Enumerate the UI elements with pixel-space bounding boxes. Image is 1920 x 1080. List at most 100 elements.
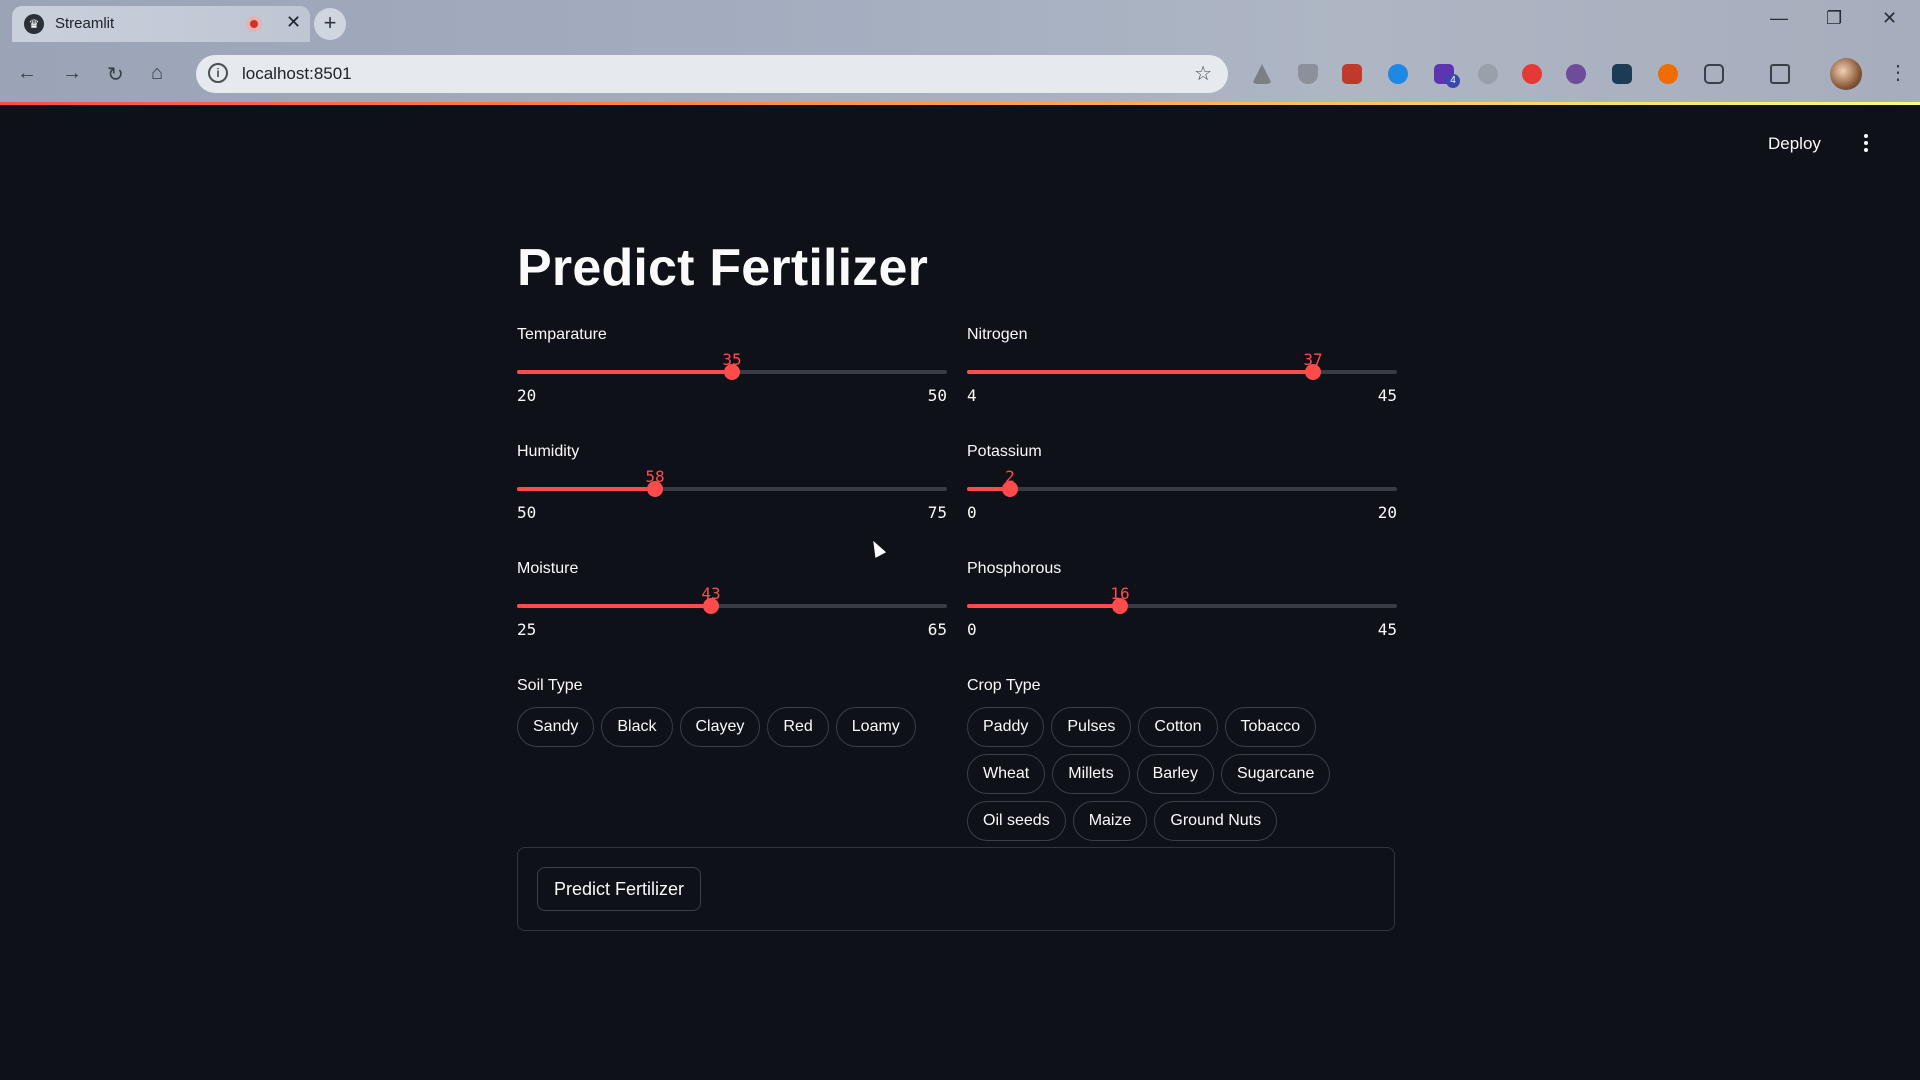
close-tab-icon[interactable]: ✕ — [286, 12, 301, 33]
slider-fill — [517, 370, 732, 374]
slider-fill — [517, 487, 655, 491]
slider-nitrogen[interactable]: Nitrogen 37 4 45 — [967, 326, 1397, 426]
extension-orange-icon[interactable] — [1658, 64, 1678, 84]
home-icon[interactable]: ⌂ — [151, 62, 163, 85]
slider-moisture[interactable]: Moisture 43 25 65 — [517, 560, 947, 660]
extension-red-icon[interactable] — [1522, 64, 1542, 84]
crop-type-group: Crop Type Paddy Pulses Cotton Tobacco Wheat M… — [967, 677, 1397, 841]
slider-min: 25 — [517, 620, 537, 639]
predict-form: Predict Fertilizer — [517, 847, 1395, 931]
back-icon[interactable]: ← — [17, 62, 37, 85]
slider-max: 65 — [927, 620, 947, 639]
crop-option-tobacco[interactable]: Tobacco — [1224, 707, 1317, 747]
slider-thumb[interactable] — [647, 481, 663, 497]
extension-react-icon[interactable] — [1612, 64, 1632, 84]
slider-label: Moisture — [517, 560, 579, 577]
soil-option-clayey[interactable]: Clayey — [679, 707, 761, 747]
slider-fill — [517, 604, 711, 608]
crop-option-maize[interactable]: Maize — [1072, 801, 1148, 841]
soil-option-sandy[interactable]: Sandy — [517, 707, 595, 747]
forward-icon[interactable]: → — [62, 62, 82, 85]
slider-temparature[interactable]: Temparature 35 20 50 — [517, 326, 947, 426]
extension-badge: 4 — [1446, 74, 1460, 88]
slider-track[interactable] — [967, 481, 1397, 497]
slider-label: Temparature — [517, 326, 607, 343]
profile-avatar[interactable] — [1830, 58, 1862, 90]
slider-humidity[interactable]: Humidity 58 50 75 — [517, 443, 947, 543]
extension-mouse-icon[interactable] — [1478, 64, 1498, 84]
slider-thumb[interactable] — [1112, 598, 1128, 614]
slider-label: Phosphorous — [967, 560, 1062, 577]
extension-triangle-icon[interactable] — [1252, 64, 1272, 84]
deploy-button[interactable]: Deploy — [1768, 134, 1821, 154]
slider-track[interactable] — [517, 598, 947, 614]
slider-min: 0 — [967, 503, 977, 522]
slider-min: 50 — [517, 503, 537, 522]
soil-option-loamy[interactable]: Loamy — [835, 707, 916, 747]
slider-track[interactable] — [967, 364, 1397, 380]
crop-type-label: Crop Type — [967, 677, 1041, 694]
slider-label: Nitrogen — [967, 326, 1028, 343]
extension-megaphone-icon[interactable] — [1342, 64, 1362, 84]
soil-option-red[interactable]: Red — [767, 707, 829, 747]
crop-option-pulses[interactable]: Pulses — [1051, 707, 1132, 747]
slider-label: Potassium — [967, 443, 1042, 460]
crop-option-millets[interactable]: Millets — [1052, 754, 1130, 794]
crop-option-oil-seeds[interactable]: Oil seeds — [967, 801, 1066, 841]
extension-purple-icon[interactable]: 4 — [1434, 64, 1460, 88]
crop-option-ground-nuts[interactable]: Ground Nuts — [1154, 801, 1278, 841]
slider-track[interactable] — [517, 364, 947, 380]
slider-max: 50 — [927, 386, 947, 405]
close-window-icon[interactable]: ✕ — [1882, 8, 1897, 29]
chrome-menu-icon[interactable]: ⋮ — [1888, 60, 1908, 85]
crop-option-barley[interactable]: Barley — [1136, 754, 1214, 794]
slider-potassium[interactable]: Potassium 2 0 20 — [967, 443, 1397, 543]
page-title: Predict Fertilizer — [517, 239, 929, 297]
extensions-puzzle-icon[interactable] — [1704, 64, 1724, 84]
recording-icon — [246, 16, 262, 32]
slider-thumb[interactable] — [724, 364, 740, 380]
crop-option-sugarcane[interactable]: Sugarcane — [1220, 754, 1331, 794]
slider-min: 0 — [967, 620, 977, 639]
media-control-icon[interactable] — [1770, 64, 1790, 84]
browser-tab[interactable]: ♛ Streamlit ✕ — [12, 6, 310, 42]
extension-shield-icon[interactable] — [1298, 64, 1318, 84]
soil-type-options: Sandy Black Clayey Red Loamy — [517, 707, 947, 747]
streamlit-favicon-icon: ♛ — [24, 14, 44, 34]
main-menu-icon[interactable] — [1864, 134, 1870, 155]
slider-min: 4 — [967, 386, 977, 405]
tab-title: Streamlit — [55, 15, 115, 32]
site-info-icon[interactable]: i — [208, 63, 228, 83]
slider-max: 45 — [1377, 620, 1397, 639]
slider-phosphorous[interactable]: Phosphorous 16 0 45 — [967, 560, 1397, 660]
new-tab-button[interactable]: + — [314, 8, 346, 40]
soil-type-label: Soil Type — [517, 677, 583, 694]
crop-option-paddy[interactable]: Paddy — [967, 707, 1045, 747]
crop-option-wheat[interactable]: Wheat — [967, 754, 1046, 794]
restore-icon[interactable]: ❐ — [1826, 8, 1842, 29]
bookmark-star-icon[interactable]: ☆ — [1194, 61, 1212, 86]
crop-type-options: Paddy Pulses Cotton Tobacco Wheat Millets Barl… — [967, 707, 1397, 841]
soil-type-group: Soil Type Sandy Black Clayey Red Loamy — [517, 677, 947, 747]
predict-fertilizer-button[interactable]: Predict Fertilizer — [537, 867, 702, 911]
browser-chrome: ♛ Streamlit ✕ + — ❐ ✕ ← → ↻ ⌂ i localhos… — [0, 0, 1920, 102]
minimize-icon[interactable]: — — [1770, 8, 1788, 29]
slider-label: Humidity — [517, 443, 580, 460]
slider-max: 45 — [1377, 386, 1397, 405]
streamlit-decoration-bar — [0, 102, 1920, 105]
slider-max: 20 — [1377, 503, 1397, 522]
slider-fill — [967, 370, 1313, 374]
reload-icon[interactable]: ↻ — [107, 62, 124, 87]
extension-blue-icon[interactable] — [1388, 64, 1408, 84]
url-text: localhost:8501 — [242, 64, 352, 83]
slider-track[interactable] — [517, 481, 947, 497]
slider-thumb[interactable] — [1002, 481, 1018, 497]
slider-thumb[interactable] — [1305, 364, 1321, 380]
address-bar[interactable]: i localhost:8501 ☆ — [196, 55, 1228, 93]
soil-option-black[interactable]: Black — [601, 707, 673, 747]
slider-min: 20 — [517, 386, 537, 405]
crop-option-cotton[interactable]: Cotton — [1138, 707, 1218, 747]
extension-camera-icon[interactable] — [1566, 64, 1586, 84]
slider-track[interactable] — [967, 598, 1397, 614]
slider-thumb[interactable] — [703, 598, 719, 614]
